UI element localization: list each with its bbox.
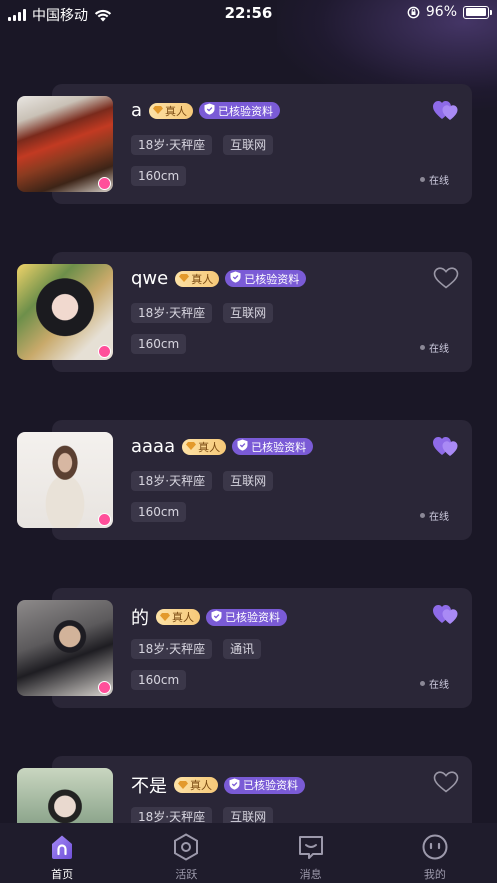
list-item[interactable]: 的 真人 已核验资料 18岁·天秤座 通讯 160cm 在线 [0, 588, 497, 756]
like-heart-icon[interactable] [432, 770, 460, 794]
tab-label: 首页 [51, 868, 74, 881]
list-item[interactable]: qwe 真人 已核验资料 18岁·天秤座 互联网 160cm 在线 [0, 252, 497, 420]
tab-label: 活跃 [175, 868, 198, 881]
active-icon [171, 832, 201, 862]
user-name: 的 [131, 608, 149, 629]
avatar[interactable] [17, 600, 113, 696]
tab-message[interactable]: 消息 [249, 823, 373, 883]
diamond-icon [178, 779, 188, 792]
profile-tag: 互联网 [223, 135, 274, 155]
status-dot-icon [420, 513, 425, 518]
avatar[interactable] [17, 264, 113, 360]
height-tag: 160cm [131, 670, 187, 690]
verified-badge: 已核验资料 [199, 102, 281, 119]
orientation-lock-icon [407, 6, 420, 18]
female-gender-icon [98, 345, 111, 358]
online-status: 在线 [420, 340, 449, 355]
online-status: 在线 [420, 676, 449, 691]
shield-check-icon [229, 778, 240, 793]
real-person-badge: 真人 [174, 777, 218, 793]
list-item[interactable]: a 真人 已核验资料 18岁·天秤座 互联网 160cm 在线 [0, 84, 497, 252]
profile-tag: 18岁·天秤座 [131, 303, 213, 323]
height-tag: 160cm [131, 502, 187, 522]
status-dot-icon [420, 177, 425, 182]
list-item[interactable]: aaaa 真人 已核验资料 18岁·天秤座 互联网 160cm 在线 [0, 420, 497, 588]
profile-tag: 通讯 [223, 639, 262, 659]
diamond-icon [186, 440, 197, 453]
tab-home[interactable]: 首页 [0, 823, 124, 883]
verified-badge: 已核验资料 [232, 438, 314, 455]
battery-percent: 96% [425, 4, 457, 20]
home-icon [47, 832, 77, 862]
online-status: 在线 [420, 172, 449, 187]
shield-check-icon [204, 103, 215, 118]
profile-tag: 互联网 [223, 303, 274, 323]
real-person-badge: 真人 [175, 270, 220, 287]
user-name: aaaa [131, 436, 176, 457]
online-status: 在线 [420, 508, 449, 523]
liked-heart-icon[interactable] [432, 602, 460, 626]
status-dot-icon [420, 345, 425, 350]
height-tag: 160cm [131, 334, 187, 354]
tab-label: 消息 [299, 868, 322, 881]
shield-check-icon [237, 439, 248, 454]
verified-badge: 已核验资料 [224, 776, 305, 794]
shield-check-icon [211, 610, 222, 625]
profile-icon [420, 832, 450, 862]
profile-tag: 18岁·天秤座 [131, 135, 213, 155]
female-gender-icon [98, 513, 111, 526]
status-dot-icon [420, 681, 425, 686]
user-name: 不是 [131, 776, 167, 797]
profile-tag: 18岁·天秤座 [131, 639, 213, 659]
tab-profile[interactable]: 我的 [373, 823, 497, 883]
female-gender-icon [98, 177, 111, 190]
real-person-badge: 真人 [156, 609, 200, 625]
tab-bar: 首页 活跃 消息 我的 [0, 823, 497, 883]
verified-badge: 已核验资料 [206, 608, 287, 626]
diamond-icon [153, 104, 164, 117]
diamond-icon [160, 611, 170, 624]
shield-check-icon [230, 271, 241, 286]
profile-tag: 18岁·天秤座 [131, 471, 213, 491]
real-person-badge: 真人 [149, 102, 194, 119]
height-tag: 160cm [131, 166, 187, 186]
tab-active[interactable]: 活跃 [124, 823, 248, 883]
status-bar: 中国移动 22:56 96% [0, 0, 497, 28]
avatar[interactable] [17, 432, 113, 528]
battery-icon [463, 5, 492, 19]
liked-heart-icon[interactable] [432, 434, 460, 458]
tab-label: 我的 [423, 868, 446, 881]
liked-heart-icon[interactable] [432, 98, 460, 122]
real-person-badge: 真人 [182, 438, 227, 455]
user-name: qwe [131, 268, 169, 289]
user-name: a [131, 100, 143, 121]
profile-tag: 互联网 [223, 471, 274, 491]
female-gender-icon [98, 681, 111, 694]
avatar[interactable] [17, 96, 113, 192]
verified-badge: 已核验资料 [225, 270, 307, 287]
diamond-icon [179, 272, 190, 285]
like-heart-icon[interactable] [432, 266, 460, 290]
message-icon [296, 832, 326, 862]
